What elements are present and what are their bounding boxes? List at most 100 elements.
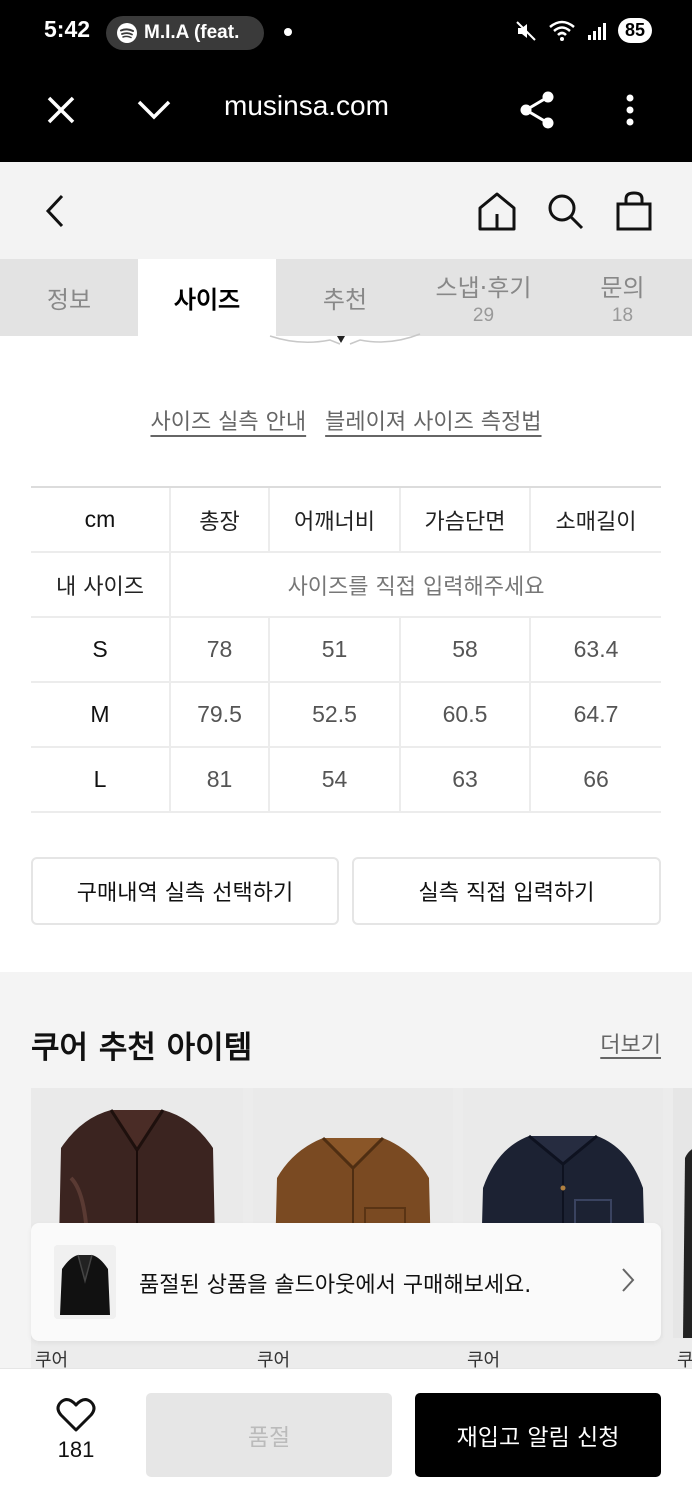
product-brand: 쿠어: [35, 1350, 69, 1368]
cart-button[interactable]: [609, 186, 659, 236]
my-size-input-prompt[interactable]: 사이즈를 직접 입력해주세요: [169, 551, 661, 618]
product-brand: 쿠어: [467, 1350, 501, 1368]
my-size-row[interactable]: 내 사이즈 사이즈를 직접 입력해주세요: [31, 551, 661, 618]
garment-outline-graphic: [269, 333, 421, 345]
bottom-action-bar: 181 품절 재입고 알림 신청: [0, 1368, 692, 1500]
soldout-banner[interactable]: 품절된 상품을 솔드아웃에서 구매해보세요.: [31, 1223, 661, 1341]
size-value: 51: [268, 616, 400, 683]
size-value: 81: [169, 746, 269, 813]
app-header: [0, 162, 692, 260]
size-value: 63.4: [529, 616, 661, 683]
wifi-icon: [549, 20, 575, 41]
size-guide-links: 사이즈 실측 안내 블레이져 사이즈 측정법: [0, 404, 692, 436]
header-cell: cm: [31, 486, 170, 553]
tab-label: 문의: [600, 274, 645, 302]
select-purchase-history-button[interactable]: 구매내역 실측 선택하기: [31, 857, 339, 925]
chevron-right-icon: [622, 1268, 635, 1292]
home-icon: [478, 192, 516, 231]
home-button[interactable]: [472, 186, 522, 236]
product-tabs: 정보 사이즈 추천 스냅·후기 29 문의 18: [0, 259, 692, 336]
signal-icon: [587, 22, 606, 40]
size-guide-link[interactable]: 사이즈 실측 안내: [150, 410, 306, 435]
product-brand: 쿠어: [257, 1350, 291, 1368]
table-row: L 81 54 63 66: [31, 746, 661, 813]
close-icon: [47, 96, 75, 124]
media-title: M.I.A (feat.: [144, 22, 240, 43]
size-value: 60.5: [399, 681, 530, 748]
banner-text: 품절된 상품을 솔드아웃에서 구매해보세요.: [139, 1273, 532, 1298]
button-label: 구매내역 실측 선택하기: [76, 881, 294, 906]
soldout-button: 품절: [146, 1393, 392, 1477]
tab-count: 29: [472, 305, 495, 326]
header-cell: 소매길이: [529, 486, 661, 553]
mute-icon: [516, 20, 536, 41]
url-text[interactable]: musinsa.com: [224, 90, 389, 122]
notification-dot: [284, 28, 292, 36]
share-icon: [520, 91, 554, 129]
more-options-button[interactable]: [606, 86, 654, 134]
size-value: 54: [268, 746, 400, 813]
tab-count: 18: [611, 305, 634, 326]
tab-recommend[interactable]: 추천: [276, 259, 414, 336]
banner-thumbnail: [54, 1245, 116, 1319]
spotify-icon: [117, 23, 137, 43]
button-label: 실측 직접 입력하기: [418, 881, 595, 906]
size-value: 64.7: [529, 681, 661, 748]
status-bar: 5:42 M.I.A (feat. 85: [0, 0, 692, 64]
tab-size[interactable]: 사이즈: [138, 259, 276, 336]
tab-snap-review[interactable]: 스냅·후기 29: [414, 259, 553, 336]
restock-notify-button[interactable]: 재입고 알림 신청: [415, 1393, 661, 1477]
size-label: L: [31, 746, 170, 813]
product-image: [673, 1088, 692, 1338]
battery-level: 85: [617, 18, 652, 43]
heart-icon: [56, 1398, 96, 1432]
table-row: M 79.5 52.5 60.5 64.7: [31, 681, 661, 748]
share-button[interactable]: [514, 86, 562, 134]
direct-input-button[interactable]: 실측 직접 입력하기: [352, 857, 661, 925]
size-value: 78: [169, 616, 269, 683]
size-value: 79.5: [169, 681, 269, 748]
size-table-header: cm 총장 어깨너비 가슴단면 소매길이: [31, 486, 661, 553]
back-button[interactable]: [30, 186, 80, 236]
header-cell: 어깨너비: [268, 486, 400, 553]
size-value: 58: [399, 616, 530, 683]
size-value: 66: [529, 746, 661, 813]
tab-label: 추천: [322, 286, 368, 314]
status-icons: 85: [514, 18, 652, 43]
more-vertical-icon: [626, 94, 634, 126]
tab-label: 사이즈: [173, 286, 241, 314]
back-arrow-icon: [45, 194, 64, 228]
table-row: S 78 51 58 63.4: [31, 616, 661, 683]
recommend-title: 쿠어 추천 아이템: [31, 1030, 253, 1066]
app-root: 5:42 M.I.A (feat. 85 musinsa.com 정보 사이즈 …: [0, 0, 692, 1500]
browser-toolbar: musinsa.com: [0, 64, 692, 162]
size-value: 52.5: [268, 681, 400, 748]
banner-product-image: [54, 1245, 116, 1319]
like-button[interactable]: 181: [40, 1397, 112, 1463]
size-label: M: [31, 681, 170, 748]
search-icon: [548, 194, 584, 230]
more-link[interactable]: 더보기: [600, 1027, 661, 1059]
tab-info[interactable]: 정보: [0, 259, 138, 336]
shopping-bag-icon: [616, 191, 652, 231]
tab-inquiry[interactable]: 문의 18: [553, 259, 692, 336]
size-value: 63: [399, 746, 530, 813]
button-label: 품절: [247, 1425, 291, 1451]
size-table: cm 총장 어깨너비 가슴단면 소매길이 내 사이즈 사이즈를 직접 입력해주세…: [31, 486, 661, 813]
chevron-down-icon: [137, 100, 171, 120]
header-cell: 가슴단면: [399, 486, 530, 553]
tab-label: 스냅·후기: [435, 274, 532, 302]
product-card[interactable]: 쿠: [673, 1088, 692, 1368]
my-size-label: 내 사이즈: [31, 551, 170, 618]
product-brand: 쿠: [677, 1350, 692, 1368]
status-time: 5:42: [44, 16, 91, 42]
tab-label: 정보: [46, 286, 92, 314]
minimize-button[interactable]: [130, 86, 178, 134]
header-cell: 총장: [169, 486, 269, 553]
size-label: S: [31, 616, 170, 683]
button-label: 재입고 알림 신청: [456, 1425, 620, 1451]
media-chip[interactable]: M.I.A (feat.: [106, 16, 264, 50]
search-button[interactable]: [540, 186, 590, 236]
close-tab-button[interactable]: [37, 86, 85, 134]
measure-guide-link[interactable]: 블레이져 사이즈 측정법: [325, 410, 541, 435]
